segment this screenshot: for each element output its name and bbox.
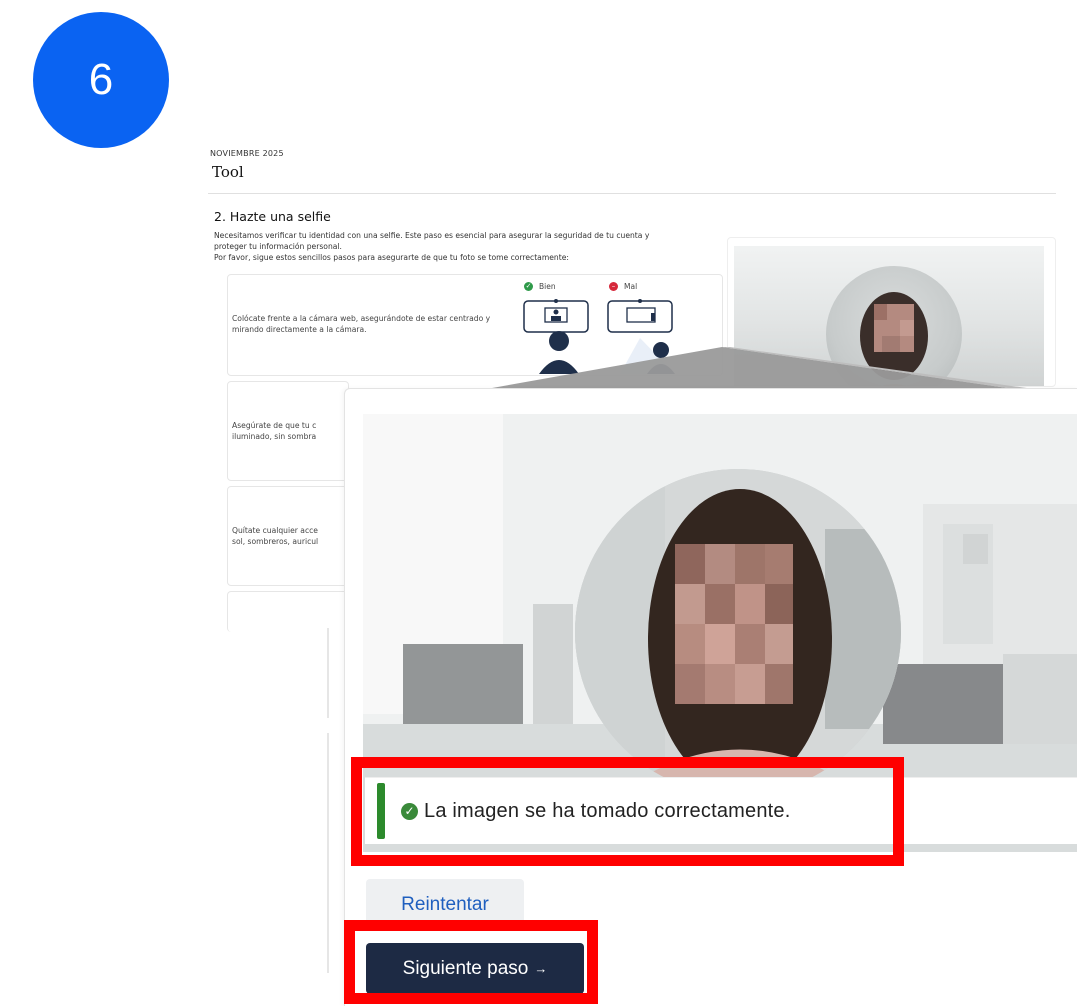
face-guide-circle: [575, 469, 901, 795]
tip-text-2b: iluminado, sin sombra: [232, 432, 317, 441]
retry-label: Reintentar: [401, 894, 489, 915]
highlight-success-message: [351, 757, 904, 866]
card-edge-line: [327, 733, 329, 973]
tip-text-2a: Asegúrate de que tu c: [232, 421, 317, 430]
tip-card-4: [227, 591, 349, 632]
card-edge-line: [327, 628, 329, 718]
zoom-connector: [346, 347, 1077, 414]
person-photo: [575, 469, 901, 795]
tip-text-3b: sol, sombreros, auricul: [232, 537, 319, 546]
highlight-next-button: [344, 920, 598, 1004]
tip-text-3a: Quítate cualquier acce: [232, 526, 318, 535]
